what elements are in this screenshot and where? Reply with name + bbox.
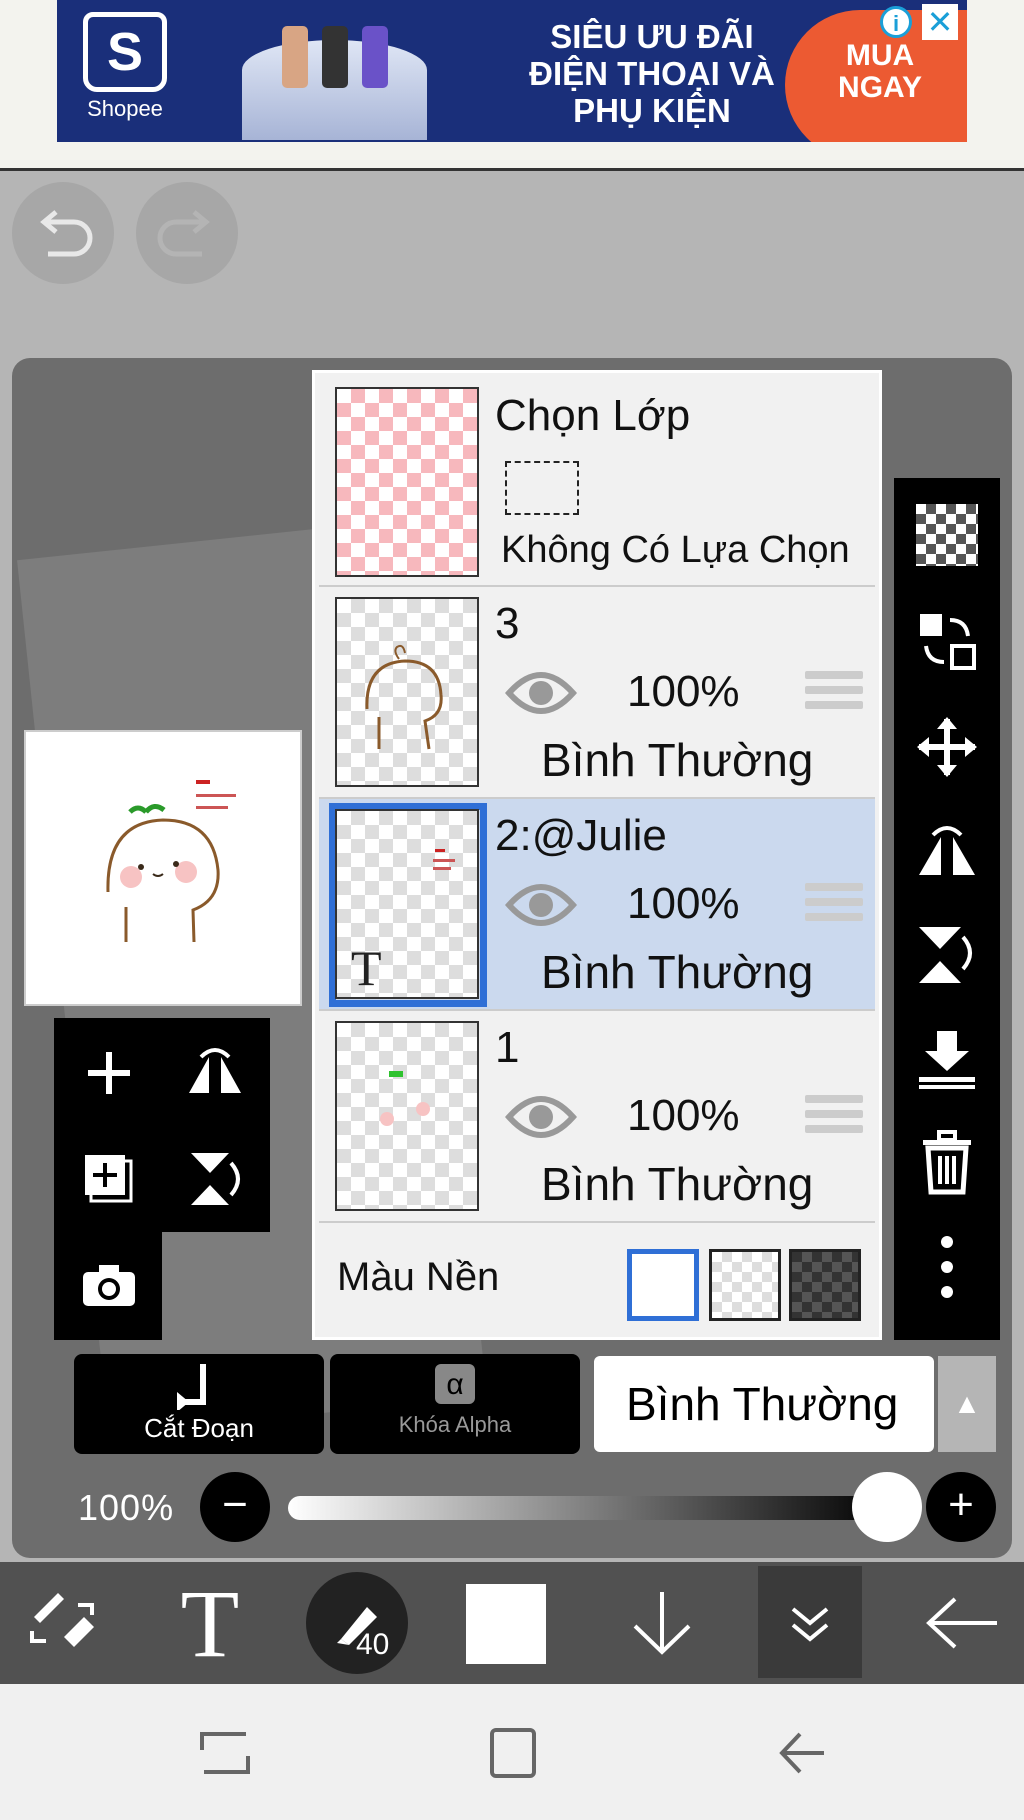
visibility-eye-icon[interactable] xyxy=(505,1091,577,1143)
redo-button[interactable] xyxy=(136,182,238,284)
bottom-toolbar: T 40 xyxy=(0,1562,1024,1684)
tool-switch-icon[interactable] xyxy=(20,1570,104,1676)
flip-vertical-icon[interactable] xyxy=(910,918,984,992)
background-dark-swatch[interactable] xyxy=(789,1249,861,1321)
layer-blend-mode: Bình Thường xyxy=(541,1158,814,1210)
selection-marquee-icon xyxy=(505,461,579,515)
flip-vertical-icon[interactable] xyxy=(180,1144,250,1214)
nav-back-icon[interactable] xyxy=(774,1728,828,1778)
brush-size: 40 xyxy=(356,1628,390,1661)
alpha-lock-label: Khóa Alpha xyxy=(398,1412,512,1437)
selection-status: Không Có Lựa Chọn xyxy=(501,529,850,571)
opacity-decrease-button[interactable]: − xyxy=(200,1472,270,1542)
ad-headline-line: PHỤ KIỆN xyxy=(573,92,731,129)
background-white-swatch[interactable] xyxy=(627,1249,699,1321)
undo-icon xyxy=(40,210,93,257)
layer-blend-mode: Bình Thường xyxy=(541,946,814,998)
ad-headline: SIÊU ƯU ĐÃI ĐIỆN THOẠI VÀ PHỤ KIỆN xyxy=(487,18,817,129)
visibility-eye-icon[interactable] xyxy=(505,879,577,931)
layer-opacity: 100% xyxy=(627,879,740,928)
drag-handle-icon[interactable] xyxy=(805,883,863,929)
delete-layer-icon[interactable] xyxy=(910,1126,984,1200)
merge-down-icon[interactable] xyxy=(910,1022,984,1096)
ad-cta-line: MUA xyxy=(845,39,915,72)
camera-icon[interactable] xyxy=(74,1250,144,1320)
back-arrow-icon[interactable] xyxy=(916,1570,1006,1676)
add-layer-icon[interactable] xyxy=(74,1038,144,1108)
layer-name: 2:@Julie xyxy=(495,811,667,860)
selection-layer-thumbnail xyxy=(335,387,479,577)
move-icon[interactable] xyxy=(910,710,984,784)
collapse-panel-icon[interactable] xyxy=(758,1566,862,1678)
recent-apps-icon[interactable] xyxy=(198,1728,252,1778)
color-swatch[interactable] xyxy=(466,1584,546,1664)
layer-tools xyxy=(54,1018,270,1232)
ad-banner[interactable]: S Shopee SIÊU ƯU ĐÃI ĐIỆN THOẠI VÀ PHỤ K… xyxy=(57,0,967,142)
blend-mode-select[interactable]: Bình Thường xyxy=(594,1356,934,1452)
layer-row[interactable]: 3 100% Bình Thường xyxy=(319,587,875,799)
layer-row[interactable]: 1 100% Bình Thường xyxy=(319,1011,875,1223)
flip-horizontal-icon[interactable] xyxy=(180,1038,250,1108)
shopee-logo: S Shopee xyxy=(75,12,175,130)
layer-thumbnail: T xyxy=(335,809,479,999)
transparent-fill-icon[interactable] xyxy=(910,498,984,572)
phone-image xyxy=(322,26,348,88)
alpha-lock-button[interactable]: α Khóa Alpha xyxy=(330,1354,580,1454)
layer-name: 3 xyxy=(495,599,520,648)
visibility-eye-icon[interactable] xyxy=(505,667,577,719)
text-tool-icon[interactable]: T xyxy=(168,1570,252,1677)
ad-close-icon[interactable]: ✕ xyxy=(922,4,958,40)
drag-handle-icon[interactable] xyxy=(805,671,863,717)
layer-panel: Chọn Lớp Không Có Lựa Chọn 3 100% Bình T… xyxy=(312,370,882,1340)
background-color-label: Màu Nền xyxy=(337,1255,500,1299)
background-transparent-swatch[interactable] xyxy=(709,1249,781,1321)
drawing-preview-image xyxy=(106,780,236,943)
right-toolbar xyxy=(894,478,1000,1340)
opacity-increase-button[interactable]: + xyxy=(926,1472,996,1542)
drag-handle-icon[interactable] xyxy=(805,1095,863,1141)
brush-tool-button[interactable]: 40 xyxy=(306,1572,408,1674)
arrow-down-icon[interactable] xyxy=(620,1570,704,1676)
ad-headline-line: SIÊU ƯU ĐÃI xyxy=(550,18,754,55)
home-icon[interactable] xyxy=(486,1724,540,1782)
duplicate-layer-icon[interactable] xyxy=(74,1144,144,1214)
shopee-bag-icon: S xyxy=(83,12,167,92)
opacity-label: 100% xyxy=(78,1487,175,1528)
phone-image xyxy=(362,26,388,88)
system-nav-bar xyxy=(0,1684,1024,1820)
ad-brand: Shopee xyxy=(87,96,163,121)
canvas-preview[interactable] xyxy=(24,730,302,1006)
layer-opacity: 100% xyxy=(627,1091,740,1140)
ad-info-icon[interactable]: i xyxy=(880,6,912,38)
undo-button[interactable] xyxy=(12,182,114,284)
opacity-slider-thumb[interactable] xyxy=(852,1472,922,1542)
opacity-slider[interactable] xyxy=(288,1496,888,1520)
selection-layer-title: Chọn Lớp xyxy=(495,391,691,440)
selection-layer-row[interactable]: Chọn Lớp Không Có Lựa Chọn xyxy=(319,377,875,587)
ad-cta-line: NGAY xyxy=(838,71,922,104)
swap-layer-icon[interactable] xyxy=(910,604,984,678)
ad-headline-line: ĐIỆN THOẠI VÀ xyxy=(529,55,775,92)
ad-product-image xyxy=(242,26,427,140)
alpha-lock-icon: α xyxy=(435,1364,475,1404)
layer-tools-extra xyxy=(54,1232,162,1340)
layer-row-selected[interactable]: T 2:@Julie 100% Bình Thường xyxy=(319,799,875,1011)
layer-thumbnail xyxy=(335,1021,479,1211)
layer-name: 1 xyxy=(495,1023,520,1072)
clip-label: Cắt Đoạn xyxy=(144,1413,254,1443)
layer-thumbnail xyxy=(335,597,479,787)
text-layer-badge: T xyxy=(351,940,382,996)
blend-dropdown-arrow-icon[interactable]: ▲ xyxy=(938,1356,996,1452)
clipping-button[interactable]: Cắt Đoạn xyxy=(74,1354,324,1454)
flip-horizontal-icon[interactable] xyxy=(910,814,984,888)
redo-icon xyxy=(157,210,210,257)
ad-area: S Shopee SIÊU ƯU ĐÃI ĐIỆN THOẠI VÀ PHỤ K… xyxy=(0,0,1024,171)
clip-arrow-icon xyxy=(177,1364,206,1412)
layer-blend-mode: Bình Thường xyxy=(541,734,814,786)
more-options-icon[interactable] xyxy=(910,1230,984,1304)
phone-image xyxy=(282,26,308,88)
layer-opacity: 100% xyxy=(627,667,740,716)
